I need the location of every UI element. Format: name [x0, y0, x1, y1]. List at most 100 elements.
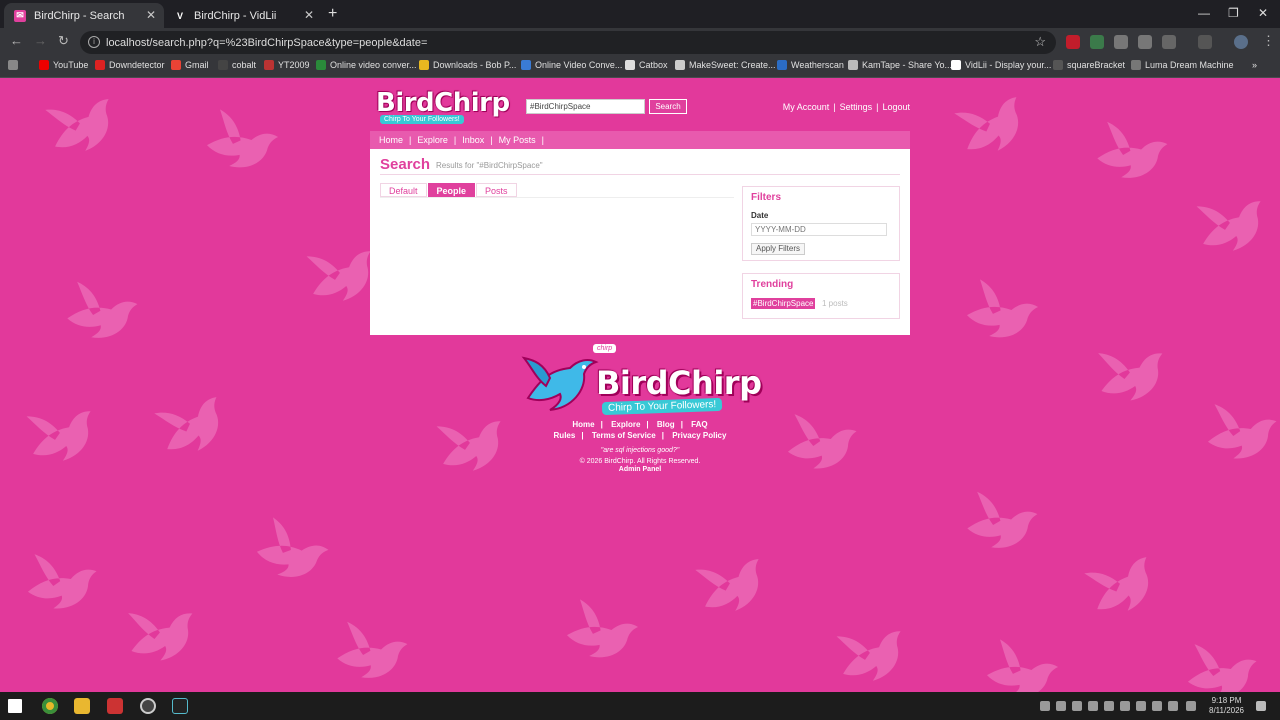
extension-icon[interactable]: [1138, 35, 1152, 49]
trending-hashtag[interactable]: #BirdChirpSpace: [751, 298, 816, 309]
address-bar[interactable]: i localhost/search.php?q=%23BirdChirpSpa…: [80, 31, 1056, 54]
bookmark-downloads[interactable]: Downloads - Bob P...: [419, 60, 516, 70]
tray-app-icon[interactable]: [1120, 701, 1130, 711]
tray-app-icon[interactable]: [1072, 701, 1082, 711]
windows-taskbar: 9:18 PM 8/11/2026: [0, 692, 1280, 720]
trending-heading: Trending: [751, 279, 794, 290]
new-tab-button[interactable]: +: [328, 5, 337, 23]
search-type-tabs: Default People Posts: [380, 183, 518, 197]
bookmark-cobalt[interactable]: cobalt: [218, 60, 256, 70]
page-title: Search: [380, 156, 431, 173]
bookmark-catbox[interactable]: Catbox: [625, 60, 668, 70]
bookmark-makesweet[interactable]: MakeSweet: Create...: [675, 60, 776, 70]
converter-icon: [316, 60, 326, 70]
volume-icon[interactable]: [1168, 701, 1178, 711]
footer-faq-link[interactable]: FAQ: [691, 420, 707, 429]
browser-menu-icon[interactable]: ⋮: [1262, 33, 1275, 49]
bird-silhouette-icon: [682, 538, 787, 629]
bookmark-downdetector[interactable]: Downdetector: [95, 60, 165, 70]
birdchirp-logo[interactable]: BirdChirp Chirp To Your Followers!: [376, 88, 510, 124]
browser-toolbar: ← → ↻ i localhost/search.php?q=%23BirdCh…: [0, 28, 1280, 56]
bookmark-weatherscan[interactable]: Weatherscan: [777, 60, 844, 70]
footer-terms-link[interactable]: Terms of Service: [592, 431, 656, 440]
bookmark-youtube[interactable]: YouTube: [39, 60, 88, 70]
apps-grid-icon[interactable]: [8, 60, 22, 70]
vidlii-taskbar-icon[interactable]: [172, 698, 188, 714]
bookmark-online-video-converter[interactable]: Online video conver...: [316, 60, 417, 70]
taskbar-app-icon[interactable]: [140, 698, 156, 714]
nav-my-posts[interactable]: My Posts: [499, 135, 536, 145]
bookmark-kamtape[interactable]: KamTape - Share Yo...: [848, 60, 952, 70]
search-input[interactable]: [526, 99, 645, 114]
tray-app-icon[interactable]: [1136, 701, 1146, 711]
my-account-link[interactable]: My Account: [783, 102, 830, 112]
logout-link[interactable]: Logout: [882, 102, 910, 112]
profile-avatar[interactable]: [1234, 35, 1248, 49]
microphone-icon[interactable]: [1056, 701, 1066, 711]
bird-silhouette-icon: [15, 541, 116, 626]
tray-chevron-icon[interactable]: [1040, 701, 1050, 711]
bird-silhouette-icon: [1082, 108, 1187, 199]
footer-blog-link[interactable]: Blog: [657, 420, 675, 429]
footer-home-link[interactable]: Home: [572, 420, 594, 429]
windows-start-icon[interactable]: [8, 699, 22, 713]
bird-silhouette-icon: [1071, 535, 1180, 632]
extensions-puzzle-icon[interactable]: [1162, 35, 1176, 49]
more-bookmarks-icon[interactable]: »: [1252, 60, 1257, 70]
close-tab-icon[interactable]: ✕: [304, 8, 314, 22]
date-input[interactable]: [751, 223, 887, 236]
footer-rules-link[interactable]: Rules: [554, 431, 576, 440]
nav-inbox[interactable]: Inbox: [462, 135, 484, 145]
extension-icon[interactable]: [1114, 35, 1128, 49]
browser-tab-birdchirp-search[interactable]: ✉ BirdChirp - Search ✕: [4, 3, 164, 28]
bird-silhouette-icon: [952, 478, 1057, 569]
bookmark-luma-dream-machine[interactable]: Luma Dream Machine: [1131, 60, 1234, 70]
site-info-icon[interactable]: i: [88, 36, 100, 48]
chrome-taskbar-icon[interactable]: [42, 698, 58, 714]
bookmark-vidlii[interactable]: VidLii - Display your...: [951, 60, 1051, 70]
tray-app-icon[interactable]: [1104, 701, 1114, 711]
taskbar-clock[interactable]: 9:18 PM 8/11/2026: [1209, 696, 1244, 716]
settings-link[interactable]: Settings: [840, 102, 873, 112]
restore-window-icon[interactable]: ❐: [1228, 6, 1239, 20]
tab-people[interactable]: People: [427, 183, 476, 197]
divider: [380, 197, 734, 198]
network-icon[interactable]: [1152, 701, 1162, 711]
search-button[interactable]: Search: [649, 99, 687, 114]
bird-silhouette-icon: [1195, 391, 1280, 476]
tab-default[interactable]: Default: [380, 183, 427, 197]
extension-icon[interactable]: [1066, 35, 1080, 49]
settings-gear-icon[interactable]: [1186, 701, 1196, 711]
tab-posts[interactable]: Posts: [476, 183, 517, 197]
close-window-icon[interactable]: ✕: [1258, 6, 1268, 20]
bookmark-online-video-converter-2[interactable]: Online Video Conve...: [521, 60, 622, 70]
bookmark-squarebracket[interactable]: squareBracket: [1053, 60, 1125, 70]
bird-silhouette-icon: [117, 594, 213, 672]
cobalt-icon: [218, 60, 228, 70]
back-arrow-icon[interactable]: ←: [10, 33, 23, 48]
bookmark-star-icon[interactable]: ☆: [1034, 34, 1046, 50]
reload-icon[interactable]: ↻: [58, 33, 69, 49]
apply-filters-button[interactable]: Apply Filters: [751, 243, 806, 255]
nav-home[interactable]: Home: [379, 135, 403, 145]
nav-explore[interactable]: Explore: [417, 135, 448, 145]
taskbar-app-icon[interactable]: [107, 698, 123, 714]
footer-privacy-link[interactable]: Privacy Policy: [672, 431, 726, 440]
bluebird-icon: [521, 356, 599, 411]
tray-app-icon[interactable]: [1088, 701, 1098, 711]
close-tab-icon[interactable]: ✕: [146, 8, 156, 22]
bird-silhouette-icon: [239, 502, 350, 603]
bookmark-gmail[interactable]: Gmail: [171, 60, 209, 70]
forward-arrow-icon[interactable]: →: [34, 33, 47, 48]
downloads-icon[interactable]: [1198, 35, 1212, 49]
admin-panel-link[interactable]: Admin Panel: [370, 466, 910, 473]
browser-tab-birdchirp-vidlii[interactable]: V BirdChirp - VidLii ✕: [164, 3, 322, 28]
footer-links-row-1: Home | Explore | Blog | FAQ: [572, 420, 708, 429]
minimize-window-icon[interactable]: —: [1198, 6, 1210, 20]
footer-explore-link[interactable]: Explore: [611, 420, 640, 429]
downdetector-icon: [95, 60, 105, 70]
file-explorer-icon[interactable]: [74, 698, 90, 714]
extension-icon[interactable]: [1090, 35, 1104, 49]
bookmark-yt2009[interactable]: YT2009: [264, 60, 310, 70]
notifications-icon[interactable]: [1256, 701, 1266, 711]
